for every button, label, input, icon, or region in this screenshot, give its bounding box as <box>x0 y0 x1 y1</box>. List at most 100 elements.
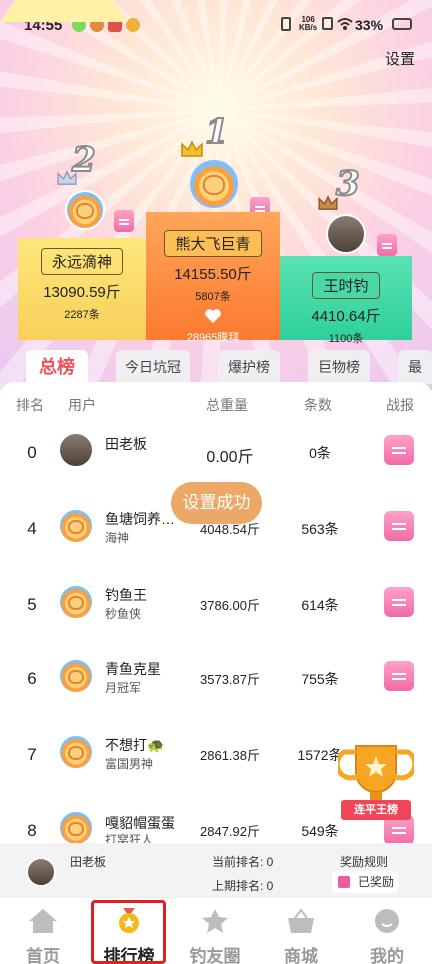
podium-2-name: 永远滴神 <box>40 248 123 275</box>
header-rank: 排名 <box>16 397 44 413</box>
podium-2-count: 2287条 <box>64 309 100 321</box>
settings-button[interactable]: 设置 <box>385 48 415 69</box>
podium-3-count: 1100条 <box>328 333 364 345</box>
vibrate-icon <box>281 17 291 31</box>
podium-rank-2[interactable]: 永远滴神 13090.59斤 2287条 <box>18 238 146 340</box>
row-count: 549条 <box>301 823 339 839</box>
reward-rules-link[interactable]: 奖励规则 <box>340 853 388 870</box>
avatar[interactable] <box>58 432 94 468</box>
podium-rank-3[interactable]: 王时钓 4410.64斤 1100条 <box>280 256 412 345</box>
rank-1-number: 1 <box>204 111 230 153</box>
toast-message: 设置成功 <box>171 482 262 524</box>
tab-giant-fish[interactable]: 巨物榜 <box>308 350 370 384</box>
nav-profile-label: 我的 <box>370 947 404 964</box>
net-speed: 106 KB/s <box>299 15 318 32</box>
nav-profile[interactable]: 我的 <box>344 898 430 964</box>
nav-home[interactable]: 首页 <box>0 898 86 964</box>
avatar[interactable] <box>58 508 94 544</box>
header-report: 战报 <box>386 397 414 413</box>
row-rank: 4 <box>27 519 37 538</box>
my-avatar[interactable] <box>26 857 56 887</box>
heart-icon[interactable] <box>204 308 222 324</box>
avatar[interactable] <box>58 734 94 770</box>
crown-silver-icon <box>57 170 77 185</box>
table-row[interactable]: 5 钓鱼王 秒鱼侠 3786.00斤 614条 <box>0 565 432 641</box>
tab-big-catch[interactable]: 爆护榜 <box>218 350 280 384</box>
avatar[interactable] <box>58 658 94 694</box>
podium-2-weight: 13090.59斤 <box>43 284 121 301</box>
avatar-rank-1[interactable] <box>190 160 238 208</box>
table-row[interactable]: 6 青鱼克星 月冠军 3573.87斤 755条 <box>0 641 432 717</box>
rewarded-button[interactable]: 已奖励 <box>332 871 398 893</box>
row-weight: 2861.38斤 <box>200 748 260 763</box>
podium-rank-1[interactable]: 熊大飞巨青 14155.50斤 5807条 28965膜拜 <box>146 212 280 344</box>
bottom-nav: 首页 排行榜 钓友圈 商城 我的 <box>0 897 432 964</box>
row-username: 不想打🐢 <box>105 737 165 753</box>
avatar-rank-3[interactable] <box>326 214 366 254</box>
row-title: 月冠军 <box>105 681 142 695</box>
battle-report-icon[interactable] <box>384 435 414 465</box>
table-row[interactable]: 0 田老板 0.00斤 0条 <box>0 415 432 491</box>
row-count: 755条 <box>301 671 339 687</box>
row-rank: 7 <box>27 745 37 764</box>
battle-report-icon[interactable] <box>384 587 414 617</box>
row-rank: 0 <box>27 443 37 462</box>
podium-2-badge-icon[interactable] <box>114 210 134 232</box>
tab-more[interactable]: 最 <box>398 350 432 384</box>
trophy-label[interactable]: 连平王榜 <box>341 800 411 820</box>
row-weight: 3786.00斤 <box>200 598 260 613</box>
row-username: 青鱼克星 <box>105 661 161 677</box>
nav-friends[interactable]: 钓友圈 <box>172 898 258 964</box>
row-count: 563条 <box>301 521 339 537</box>
nav-home-label: 首页 <box>26 947 60 964</box>
header-weight: 总重量 <box>206 397 248 413</box>
app-icon-4 <box>126 18 140 32</box>
selection-highlight <box>91 900 166 964</box>
podium-1-likes: 28965膜拜 <box>186 332 240 344</box>
row-count: 614条 <box>301 597 339 613</box>
tab-today-champion[interactable]: 今日坑冠 <box>116 350 190 384</box>
row-weight: 0.00斤 <box>206 449 254 466</box>
row-title: 海神 <box>105 531 130 545</box>
header-count: 条数 <box>304 397 332 413</box>
row-username: 钓鱼王 <box>105 587 147 603</box>
battery-level: 33% <box>355 17 384 33</box>
tab-overall[interactable]: 总榜 <box>26 350 88 384</box>
star-face-icon <box>202 909 228 933</box>
podium-3-badge-icon[interactable] <box>377 234 397 256</box>
gift-icon <box>338 876 350 888</box>
nav-shop[interactable]: 商城 <box>258 898 344 964</box>
row-rank: 5 <box>27 595 37 614</box>
row-username: 鱼塘饲养… <box>105 511 175 527</box>
crown-bronze-icon <box>318 195 338 210</box>
podium-1-weight: 14155.50斤 <box>174 266 252 283</box>
battle-report-icon[interactable] <box>384 661 414 691</box>
podium-3-weight: 4410.64斤 <box>311 308 381 325</box>
podium-3-name: 王时钓 <box>312 272 380 299</box>
podium-2-top <box>0 0 128 22</box>
my-name: 田老板 <box>70 855 107 869</box>
battery-icon <box>392 18 412 30</box>
row-title: 秒鱼侠 <box>105 607 142 621</box>
row-rank: 8 <box>27 821 37 840</box>
avatar[interactable] <box>58 810 94 843</box>
avatar-rank-2[interactable] <box>65 190 105 230</box>
row-weight: 3573.87斤 <box>200 672 260 687</box>
row-weight: 2847.92斤 <box>200 824 260 839</box>
wifi-icon <box>337 18 353 30</box>
last-rank: 上期排名: 0 <box>212 879 274 893</box>
avatar[interactable] <box>58 584 94 620</box>
header-user: 用户 <box>68 397 96 413</box>
row-username: 嘎貂帽蛋蛋 <box>105 815 175 831</box>
rank-3-number: 3 <box>335 163 361 205</box>
battle-report-icon[interactable] <box>384 511 414 541</box>
crown-gold-icon <box>181 140 203 157</box>
podium-1-count: 5807条 <box>195 291 231 303</box>
row-title: 富国男神 <box>105 757 154 771</box>
sim-icon <box>322 17 333 30</box>
rewarded-label: 已奖励 <box>358 875 395 889</box>
current-rank: 当前排名: 0 <box>212 855 274 869</box>
row-username: 田老板 <box>105 436 147 452</box>
row-title: 打窝狂人 <box>105 833 154 843</box>
home-icon <box>29 909 57 933</box>
